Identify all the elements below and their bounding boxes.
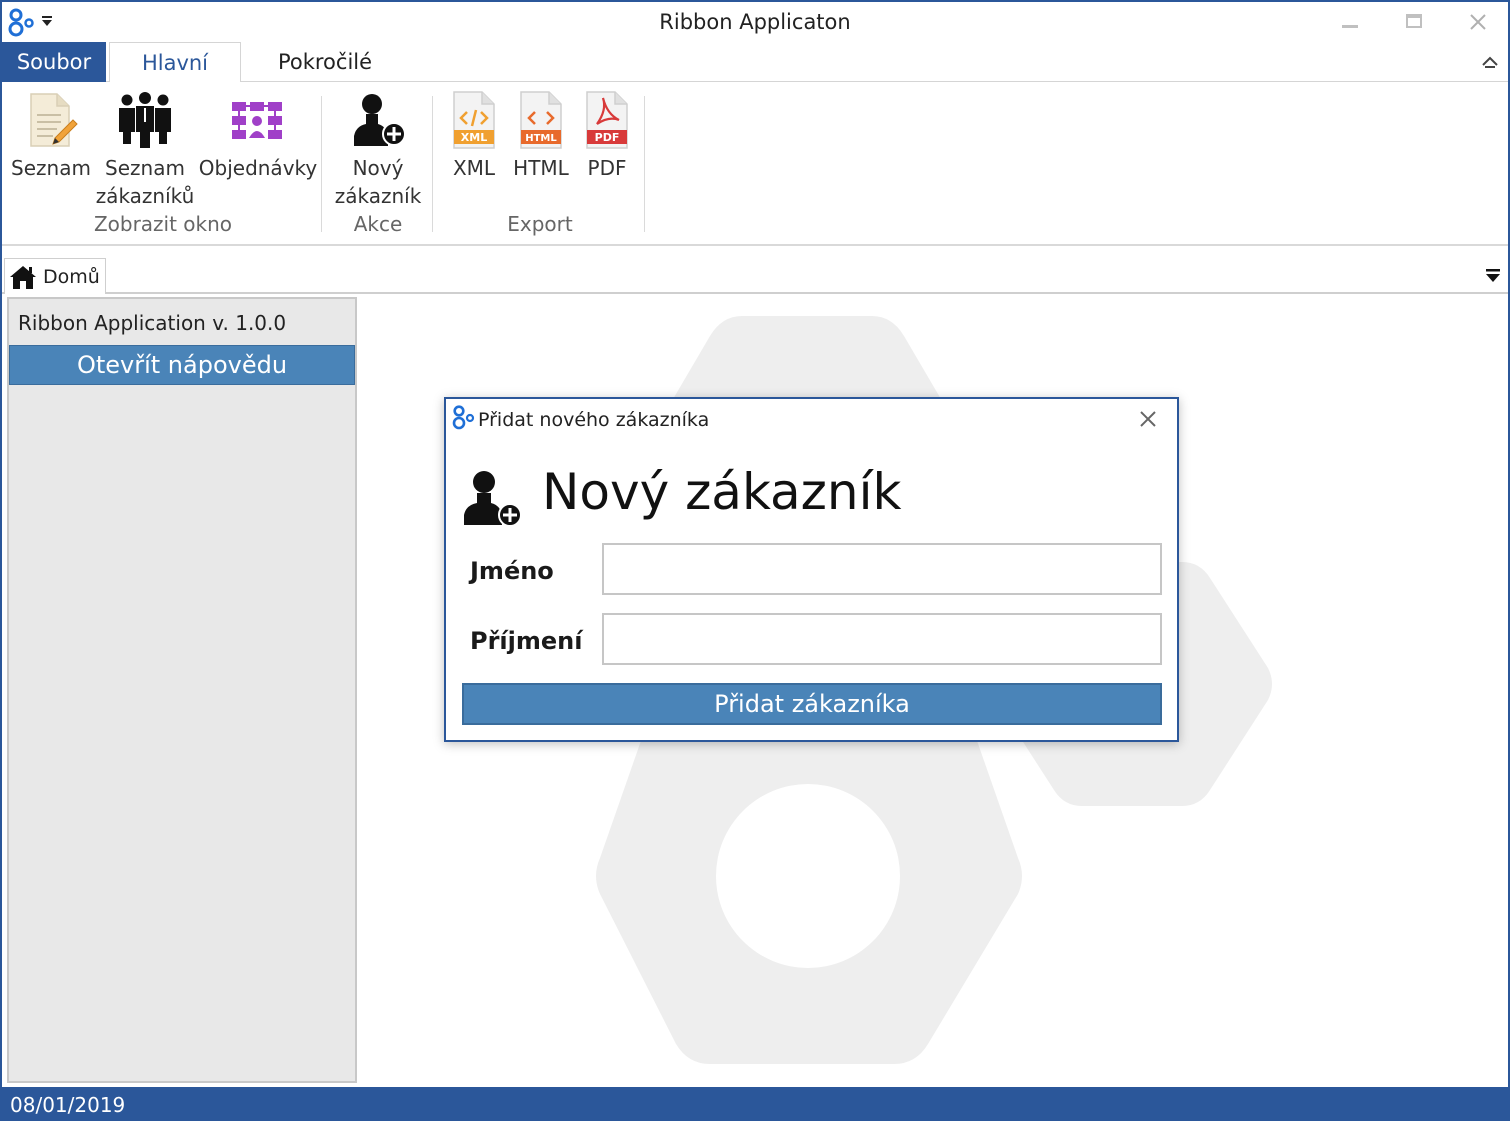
quick-access-dropdown-icon[interactable]: [40, 14, 54, 28]
add-customer-dialog: Přidat nového zákazníka Nový zákazník Jm…: [444, 397, 1179, 742]
add-customer-button[interactable]: Přidat zákazníka: [462, 683, 1162, 725]
group-label-akce: Akce: [353, 212, 403, 236]
orders-network-icon: [232, 102, 282, 139]
tab-hlavni[interactable]: Hlavní: [109, 42, 241, 83]
novy-zakaznik-line1: Nový: [352, 156, 404, 180]
home-icon: [10, 265, 36, 289]
pdf-label: PDF: [587, 156, 627, 180]
title-bar: Ribbon Applicaton: [2, 2, 1508, 44]
group-separator: [321, 96, 322, 232]
xml-badge: XML: [461, 131, 487, 144]
seznam-zakazniku-label: Seznam zákazníků: [96, 154, 195, 210]
first-name-field[interactable]: [602, 543, 1162, 595]
objednavky-button[interactable]: Objednávky: [198, 90, 318, 182]
add-user-icon: [354, 94, 406, 146]
dialog-close-button[interactable]: [1134, 405, 1162, 433]
dialog-app-logo-icon: [452, 405, 475, 430]
open-help-button[interactable]: Otevřít nápovědu: [9, 345, 355, 385]
document-tab-strip: Domů: [2, 256, 1508, 294]
minimize-button[interactable]: [1322, 6, 1378, 38]
minimize-icon: [1342, 25, 1358, 28]
pdf-file-icon: PDF: [586, 91, 628, 149]
group-separator: [644, 96, 645, 232]
xml-export-button[interactable]: XML XML: [444, 90, 504, 182]
dialog-title: Přidat nového zákazníka: [478, 409, 710, 431]
xml-file-icon: XML: [453, 91, 495, 149]
status-date: 08/01/2019: [10, 1093, 126, 1117]
maximize-icon: [1406, 14, 1422, 28]
ribbon-panel: Seznam Seznam zákazníků Objednávky Zobra…: [2, 82, 1508, 246]
window-title: Ribbon Applicaton: [659, 10, 851, 34]
close-icon: [1470, 14, 1486, 30]
seznam-zakazniku-line1: Seznam: [105, 156, 185, 180]
document-menu-icon[interactable]: [1484, 266, 1502, 284]
html-badge: HTML: [525, 133, 557, 144]
pdf-badge: PDF: [595, 131, 620, 144]
ribbon-tabs: Soubor Hlavní Pokročilé: [2, 42, 1508, 83]
html-export-button[interactable]: HTML HTML: [510, 90, 572, 182]
tab-pokrocile[interactable]: Pokročilé: [252, 42, 398, 82]
main-window: Ribbon Applicaton Soubor Hlavní Pokročil…: [0, 0, 1510, 1121]
group-label-export: Export: [507, 212, 573, 236]
document-edit-icon: [30, 93, 78, 147]
dialog-heading: Nový zákazník: [542, 463, 902, 521]
add-user-icon: [464, 471, 522, 527]
ribbon-collapse-icon[interactable]: [1480, 52, 1500, 72]
side-panel: Ribbon Application v. 1.0.0 Otevřít nápo…: [7, 297, 357, 1083]
seznam-button[interactable]: Seznam: [10, 90, 92, 182]
tab-domu-label: Domů: [43, 265, 100, 288]
close-button[interactable]: [1450, 6, 1506, 38]
seznam-label: Seznam: [11, 156, 91, 180]
app-logo-icon[interactable]: [8, 8, 38, 38]
first-name-label: Jméno: [470, 557, 554, 585]
seznam-zakazniku-line2: zákazníků: [95, 184, 195, 208]
html-label: HTML: [513, 156, 569, 180]
novy-zakaznik-button[interactable]: Nový zákazník: [330, 90, 426, 210]
tab-soubor[interactable]: Soubor: [2, 42, 106, 82]
last-name-label: Příjmení: [470, 627, 583, 655]
html-file-icon: HTML: [520, 91, 562, 149]
close-icon: [1140, 411, 1156, 427]
group-label-zobrazit-okno: Zobrazit okno: [93, 212, 233, 236]
customers-group-icon: [119, 92, 171, 148]
seznam-zakazniku-button[interactable]: Seznam zákazníků: [96, 90, 195, 210]
maximize-button[interactable]: [1386, 6, 1442, 38]
version-text: Ribbon Application v. 1.0.0: [18, 311, 287, 335]
novy-zakaznik-line2: zákazník: [334, 184, 422, 208]
last-name-field[interactable]: [602, 613, 1162, 665]
novy-zakaznik-label: Nový zákazník: [335, 154, 422, 210]
xml-label: XML: [452, 156, 496, 180]
objednavky-label: Objednávky: [198, 156, 318, 180]
group-separator: [432, 96, 433, 232]
status-bar: 08/01/2019: [2, 1087, 1508, 1119]
tab-domu[interactable]: Domů: [4, 258, 106, 294]
pdf-export-button[interactable]: PDF PDF: [578, 90, 636, 182]
